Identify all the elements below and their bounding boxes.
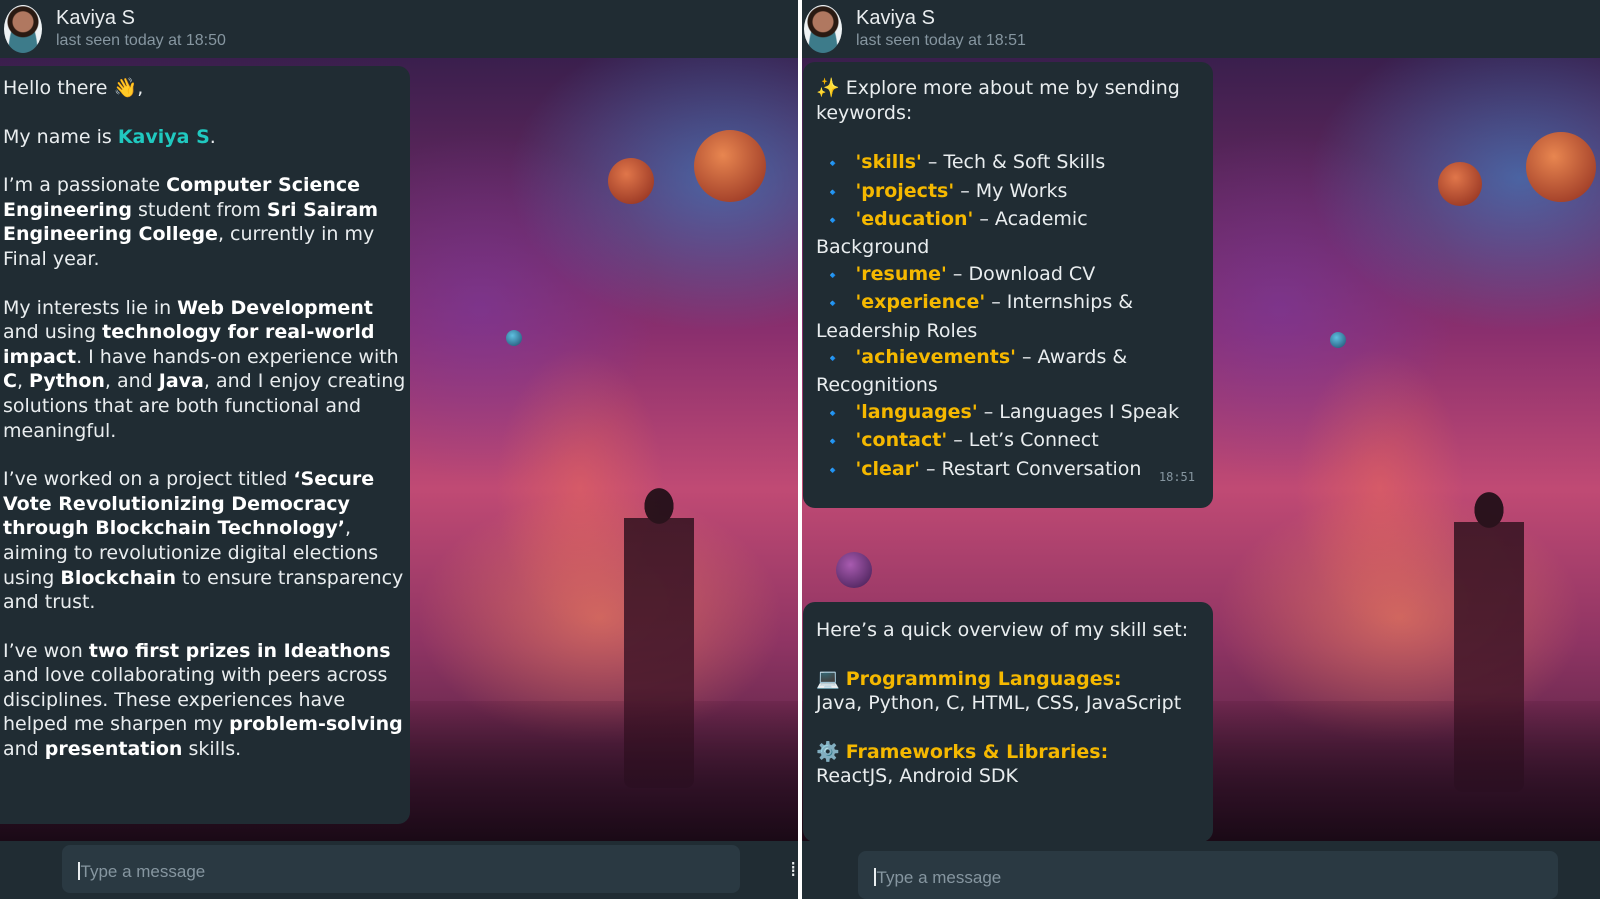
- contact-name: Kaviya S: [856, 7, 935, 29]
- message-greeting: Hello there 👋,: [3, 77, 144, 99]
- message-input[interactable]: Type a message: [858, 851, 1558, 899]
- avatar[interactable]: [804, 5, 842, 53]
- list-item-skills: 🔹'skills' – Tech & Soft Skills: [824, 151, 1106, 174]
- last-seen-status: last seen today at 18:50: [56, 32, 226, 49]
- compose-bar: Type a message: [800, 841, 1600, 899]
- message-bubble-skills: Here’s a quick overview of my skill set:…: [803, 602, 1213, 842]
- blue-diamond-icon: 🔹: [824, 156, 842, 173]
- blue-diamond-icon: 🔹: [824, 296, 842, 313]
- name-highlight: Kaviya S: [117, 125, 210, 148]
- input-placeholder: Type a message: [876, 868, 1002, 887]
- skills-intro: Here’s a quick overview of my skill set:: [816, 619, 1189, 641]
- planet: [1526, 132, 1596, 202]
- input-placeholder: Type a message: [80, 862, 206, 881]
- contact-name: Kaviya S: [56, 7, 135, 29]
- message-input[interactable]: Type a message: [62, 845, 740, 893]
- blue-diamond-icon: 🔹: [824, 267, 842, 284]
- list-item-projects: 🔹'projects' – My Works: [824, 179, 1068, 202]
- planet: [1330, 332, 1346, 348]
- blue-diamond-icon: 🔹: [824, 462, 842, 479]
- blue-diamond-icon: 🔹: [824, 434, 842, 451]
- skills-section-programming: 💻 Programming Languages: Java, Python, C…: [816, 667, 1203, 716]
- chat-header[interactable]: Kaviya S last seen today at 18:51: [800, 0, 1600, 58]
- list-item-resume: 🔹'resume' – Download CV: [824, 262, 1096, 285]
- message-paragraph-achievements: I’ve won two first prizes in Ideathons a…: [3, 639, 403, 761]
- keywords-list: 🔹'skills' – Tech & Soft Skills 🔹'project…: [816, 149, 1203, 484]
- send-icon[interactable]: ⁞: [790, 857, 798, 881]
- waving-hand-emoji: 👋: [113, 77, 138, 99]
- message-paragraph-project: I’ve worked on a project titled ‘Secure …: [3, 468, 404, 614]
- skills-section-frameworks: ⚙️ Frameworks & Libraries: ReactJS, Andr…: [816, 740, 1203, 789]
- text-cursor: [874, 868, 876, 886]
- blue-diamond-icon: 🔹: [824, 351, 842, 368]
- list-item-languages: 🔹'languages' – Languages I Speak: [824, 400, 1180, 423]
- message-name-line: My name is Kaviya S.: [3, 125, 216, 148]
- sparkles-emoji: ✨: [816, 77, 840, 99]
- message-timestamp: 18:51: [1158, 470, 1195, 485]
- planet: [506, 330, 522, 346]
- planet: [836, 552, 872, 588]
- chat-header[interactable]: Kaviya S last seen today at 18:50: [0, 0, 800, 58]
- panel-divider: [798, 0, 802, 899]
- blue-diamond-icon: 🔹: [824, 405, 842, 422]
- planet: [694, 130, 766, 202]
- list-item-education: 🔹'education' – Academic Background: [816, 208, 1088, 259]
- avatar[interactable]: [4, 5, 42, 53]
- chat-panel-right: Kaviya S last seen today at 18:51 ✨ Expl…: [800, 0, 1600, 899]
- list-item-experience: 🔹'experience' – Internships & Leadership…: [816, 291, 1134, 342]
- planet: [1438, 162, 1482, 206]
- message-bubble-keywords: ✨ Explore more about me by sending keywo…: [803, 62, 1213, 508]
- laptop-emoji: 💻: [816, 667, 840, 690]
- message-paragraph-interests: My interests lie in Web Development and …: [3, 296, 406, 442]
- last-seen-status: last seen today at 18:51: [856, 32, 1026, 49]
- keywords-intro: ✨ Explore more about me by sending keywo…: [816, 77, 1180, 124]
- compose-bar: Type a message ⁞: [0, 841, 800, 899]
- gear-emoji: ⚙️: [816, 740, 840, 763]
- section-body: ReactJS, Android SDK: [816, 765, 1018, 788]
- list-item-achievements: 🔹'achievements' – Awards & Recognitions: [816, 346, 1128, 397]
- list-item-clear: 🔹'clear' – Restart Conversation: [824, 457, 1142, 480]
- blue-diamond-icon: 🔹: [824, 213, 842, 229]
- section-body: Java, Python, C, HTML, CSS, JavaScript: [816, 692, 1182, 715]
- text-cursor: [78, 862, 80, 880]
- list-item-contact: 🔹'contact' – Let’s Connect: [824, 429, 1099, 452]
- blue-diamond-icon: 🔹: [824, 184, 842, 201]
- message-bubble-intro: Hello there 👋, My name is Kaviya S. I’m …: [0, 66, 410, 824]
- section-heading: Programming Languages:: [845, 667, 1122, 690]
- planet: [608, 158, 654, 204]
- message-paragraph-study: I’m a passionate Computer Science Engine…: [3, 174, 379, 270]
- chat-panel-left: Kaviya S last seen today at 18:50 Hello …: [0, 0, 800, 899]
- section-heading: Frameworks & Libraries:: [845, 740, 1109, 763]
